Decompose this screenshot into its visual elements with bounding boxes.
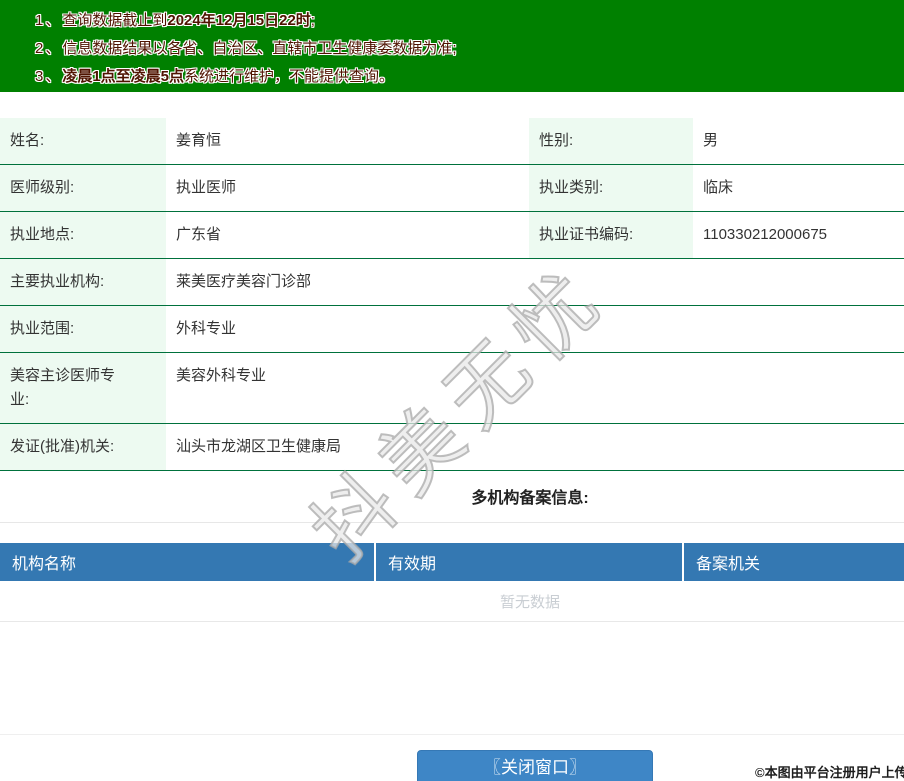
field-label-issuing-authority: 发证(批准)机关: <box>0 424 166 470</box>
column-header-filing-authority: 备案机关 <box>684 543 904 581</box>
notice-text: 信息数据结果以各省、自治区、直辖市卫生健康委数据为准; <box>62 40 456 57</box>
field-value-doctor-level: 执业医师 <box>166 165 529 211</box>
notice-number: 2、 <box>35 40 62 57</box>
field-value-practice-scope: 外科专业 <box>166 306 904 352</box>
field-label-main-institution: 主要执业机构: <box>0 259 166 305</box>
bottom-divider <box>0 734 904 735</box>
notice-line-3: 3、凌晨1点至凌晨5点系统进行维护，不能提供查询。 <box>35 63 904 91</box>
field-label-practice-scope: 执业范围: <box>0 306 166 352</box>
notice-text: ; <box>311 12 315 29</box>
field-value-practice-location: 广东省 <box>166 212 529 258</box>
table-row-location-certno: 执业地点: 广东省 执业证书编码: 110330212000675 <box>0 212 904 259</box>
notice-line-2: 2、信息数据结果以各省、自治区、直辖市卫生健康委数据为准; <box>35 35 904 63</box>
field-value-gender: 男 <box>693 118 904 164</box>
field-value-issuing-authority: 汕头市龙湖区卫生健康局 <box>166 424 904 470</box>
field-label-name: 姓名: <box>0 118 166 164</box>
table-row-name-gender: 姓名: 姜育恒 性别: 男 <box>0 118 904 165</box>
section-divider <box>0 522 904 523</box>
notice-text: 系统进行维护，不能提供查询。 <box>184 68 394 85</box>
field-label-practice-location: 执业地点: <box>0 212 166 258</box>
field-label-certificate-no: 执业证书编码: <box>529 212 693 258</box>
field-label-cosmetic-specialty: 美容主诊医师专业: <box>0 353 166 423</box>
column-header-validity-period: 有效期 <box>376 543 684 581</box>
query-result-page: 1、查询数据截止到2024年12月15日22时; 2、信息数据结果以各省、自治区… <box>0 0 904 735</box>
field-value-name: 姜育恒 <box>166 118 529 164</box>
copyright-stamp: ©本图由平台注册用户上传 <box>755 762 904 781</box>
notice-number: 1、 <box>35 12 62 29</box>
field-label-practice-category: 执业类别: <box>529 165 693 211</box>
filing-section-title: 多机构备案信息: <box>0 487 904 511</box>
table-row-practice-scope: 执业范围: 外科专业 <box>0 306 904 353</box>
field-value-cosmetic-specialty: 美容外科专业 <box>166 353 904 423</box>
notice-number: 3、 <box>35 68 62 85</box>
field-value-practice-category: 临床 <box>693 165 904 211</box>
field-label-doctor-level: 医师级别: <box>0 165 166 211</box>
notice-line-1: 1、查询数据截止到2024年12月15日22时; <box>35 7 904 35</box>
column-header-institution-name: 机构名称 <box>0 543 376 581</box>
close-window-button[interactable]: 〖关闭窗口〗 <box>417 750 653 781</box>
field-label-gender: 性别: <box>529 118 693 164</box>
table-row-issuing-authority: 发证(批准)机关: 汕头市龙湖区卫生健康局 <box>0 424 904 471</box>
field-value-main-institution: 莱美医疗美容门诊部 <box>166 259 904 305</box>
practitioner-info-table: 姓名: 姜育恒 性别: 男 医师级别: 执业医师 执业类别: 临床 执业地点: … <box>0 118 904 471</box>
filing-table-empty-state: 暂无数据 <box>0 581 904 622</box>
table-row-level-category: 医师级别: 执业医师 执业类别: 临床 <box>0 165 904 212</box>
notice-text-bold: 2024年12月15日22时 <box>167 12 310 29</box>
field-value-certificate-no: 110330212000675 <box>693 212 904 258</box>
table-row-main-institution: 主要执业机构: 莱美医疗美容门诊部 <box>0 259 904 306</box>
notice-text: 查询数据截止到 <box>62 12 167 29</box>
filing-table-header: 机构名称 有效期 备案机关 <box>0 543 904 581</box>
notice-banner: 1、查询数据截止到2024年12月15日22时; 2、信息数据结果以各省、自治区… <box>0 0 904 92</box>
table-row-cosmetic-specialty: 美容主诊医师专业: 美容外科专业 <box>0 353 904 424</box>
notice-text-bold: 凌晨1点至凌晨5点 <box>62 68 184 85</box>
